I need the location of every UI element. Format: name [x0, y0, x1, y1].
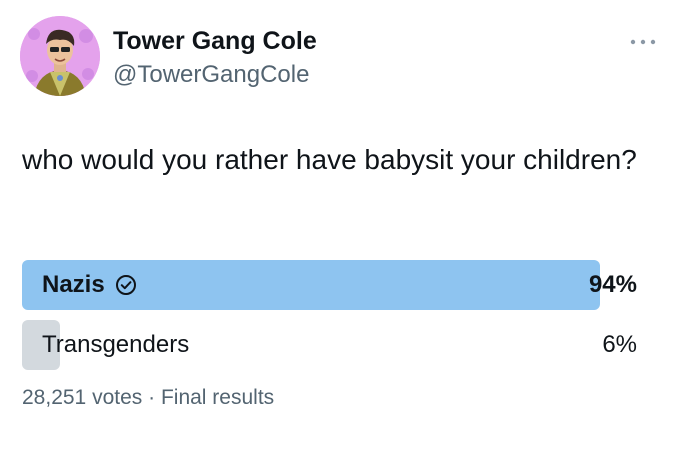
check-circle-icon: [115, 275, 136, 295]
poll-option-percent: 6%: [602, 331, 637, 358]
user-handle[interactable]: @TowerGangCole: [113, 60, 309, 90]
more-horizontal-icon[interactable]: [628, 34, 658, 50]
poll-option-label: Nazis: [42, 271, 105, 298]
poll-option-label-wrap: Transgenders: [42, 331, 189, 359]
poll-meta-separator: ·: [148, 386, 156, 409]
tweet-text: who would you rather have babysit your c…: [22, 144, 637, 175]
poll-option-label: Transgenders: [42, 331, 190, 358]
poll-meta: 28,251 votes · Final results: [22, 384, 274, 412]
poll-option-percent: 94%: [588, 271, 637, 298]
poll-vote-count: 28,251 votes: [22, 386, 143, 409]
display-name[interactable]: Tower Gang Cole: [113, 26, 317, 56]
tweet-card: Tower Gang Cole @TowerGangCole who would…: [0, 0, 679, 454]
poll-option-label-wrap: Nazis: [42, 271, 137, 299]
poll-option-nazis[interactable]: Nazis 94%: [22, 260, 637, 310]
poll-status: Final results: [160, 386, 275, 409]
avatar-image: [20, 16, 100, 96]
avatar[interactable]: [20, 16, 100, 96]
poll-option-transgenders[interactable]: Transgenders 6%: [22, 320, 637, 370]
